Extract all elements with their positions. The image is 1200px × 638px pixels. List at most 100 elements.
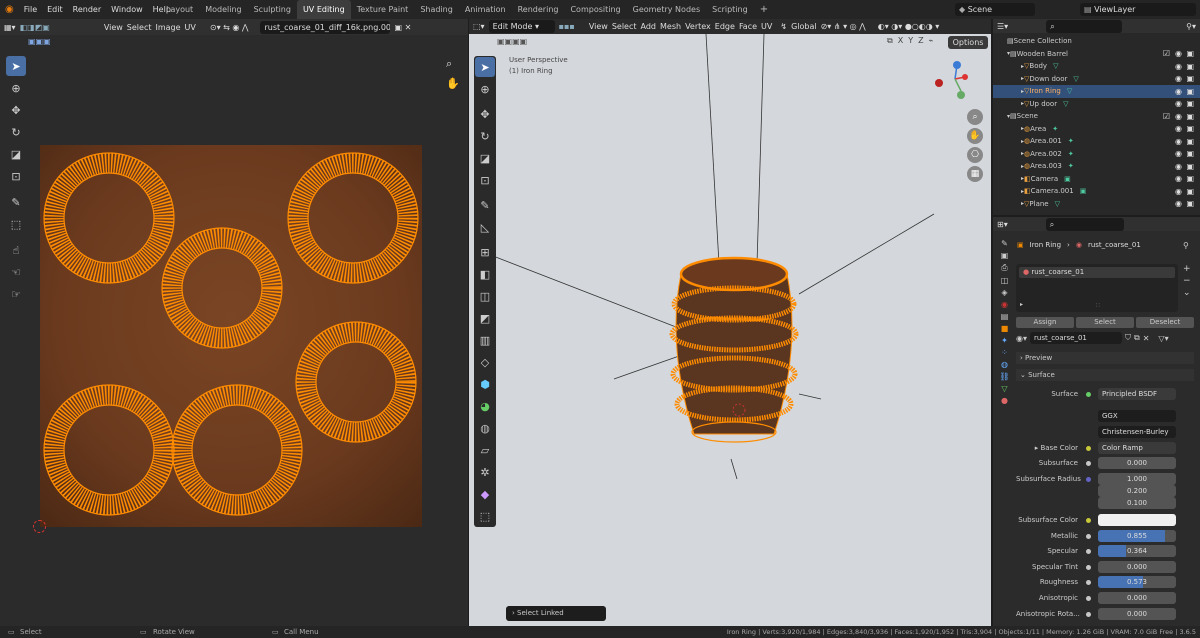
camera-view-icon[interactable]: ⎔ — [967, 147, 983, 163]
bevel-icon[interactable]: ◩ — [475, 308, 495, 328]
tab-modeling[interactable]: Modeling — [199, 0, 247, 19]
zoom-icon[interactable]: ⌕ — [446, 57, 452, 71]
transform-icon[interactable]: ⊡ — [6, 166, 26, 186]
edge-slide-icon[interactable]: ▱ — [475, 440, 495, 460]
tab-layout[interactable]: Layout — [160, 0, 199, 19]
select-mode-icons[interactable]: ▪▪▪ — [559, 22, 575, 31]
spin-icon[interactable]: ◕ — [475, 396, 495, 416]
viewport-editor-type-icon[interactable]: ⬚▾ — [473, 22, 485, 31]
vp-menu-add[interactable]: Add — [641, 22, 657, 31]
anisotropic-rotation-field[interactable]: 0.000 — [1098, 608, 1176, 620]
camera-data-icon[interactable]: ▣ — [1064, 175, 1071, 183]
image-name-field[interactable]: rust_coarse_01_diff_16k.png.001 — [260, 20, 391, 34]
vp-menu-edge[interactable]: Edge — [715, 22, 735, 31]
scene-selector[interactable]: ◆ Scene — [955, 3, 1035, 16]
mode-selector[interactable]: Edit Mode ▾ — [488, 20, 555, 33]
deselect-button[interactable]: Deselect — [1136, 317, 1194, 328]
pinch-icon[interactable]: ☜ — [6, 262, 26, 282]
pan-hand-icon[interactable]: ✋ — [446, 77, 460, 90]
grab-icon[interactable]: ⬚ — [6, 214, 26, 234]
material-browse-icon[interactable]: ◉▾ — [1016, 334, 1027, 343]
filter-icon[interactable]: ⚲▾ — [1186, 22, 1196, 31]
object-tab-icon[interactable]: ■ — [1001, 324, 1009, 333]
vp-annotate-icon[interactable]: ✎ — [475, 195, 495, 215]
rip-icon[interactable]: ⬚ — [475, 506, 495, 526]
tab-geometry-nodes[interactable]: Geometry Nodes — [627, 0, 706, 19]
surface-panel-header[interactable]: ⌄ Surface — [1016, 369, 1194, 381]
add-cube-icon[interactable]: ⊞ — [475, 242, 495, 262]
2d-cursor-icon[interactable] — [33, 520, 46, 533]
fake-user-icon[interactable]: ⛉ — [1125, 333, 1131, 343]
cursor-icon[interactable]: ⊕ — [6, 78, 26, 98]
subsurface-color-swatch[interactable] — [1098, 514, 1176, 526]
material-slot-item[interactable]: ● rust_coarse_01 — [1019, 267, 1175, 278]
uv-menu-view[interactable]: View — [104, 23, 123, 32]
vp-select-icon[interactable]: ➤ — [475, 57, 495, 77]
add-slot-icon[interactable]: + — [1183, 264, 1191, 274]
3d-viewport[interactable]: ⬚▾ Edit Mode ▾ ▪▪▪ View Select Add Mesh … — [469, 19, 991, 626]
vp-cursor-icon[interactable]: ⊕ — [475, 79, 495, 99]
duplicate-material-icon[interactable]: ⧉ — [1134, 333, 1140, 343]
barrel-mesh[interactable] — [669, 256, 799, 443]
mesh-data-icon[interactable]: ▽ — [1073, 75, 1078, 83]
vp-menu-uv[interactable]: UV — [761, 22, 772, 31]
render-camera-icon[interactable]: ▣ — [1186, 199, 1194, 208]
visibility-eye-icon[interactable]: ◉ — [1175, 74, 1182, 83]
overlay-icons[interactable]: ◐▾ ◑▾ ●○◐◑ ▾ — [878, 22, 940, 31]
select-box-icon[interactable]: ➤ — [6, 56, 26, 76]
mesh-data-icon[interactable]: ▽ — [1055, 200, 1060, 208]
inset-icon[interactable]: ◫ — [475, 286, 495, 306]
physics-tab-icon[interactable]: ◍ — [1001, 360, 1008, 369]
smooth-icon[interactable]: ◍ — [475, 418, 495, 438]
distribution-dropdown[interactable]: GGX — [1098, 410, 1176, 422]
render-camera-icon[interactable]: ▣ — [1186, 187, 1194, 196]
shrink-icon[interactable]: ✲ — [475, 462, 495, 482]
gizmo-neg-x-icon[interactable] — [935, 79, 943, 87]
outliner-item[interactable]: ▸ ▽ Plane ▽ ◉ ▣ — [993, 198, 1200, 211]
uv-grab-icon[interactable]: ☞ — [6, 284, 26, 304]
slot-resize-handle[interactable]: ∷ — [1096, 302, 1100, 309]
zoom-view-icon[interactable]: ⌕ — [967, 109, 983, 125]
tab-shading[interactable]: Shading — [414, 0, 459, 19]
render-camera-icon[interactable]: ▣ — [1186, 162, 1194, 171]
scale-icon[interactable]: ◪ — [6, 144, 26, 164]
render-camera-icon[interactable]: ▣ — [1186, 99, 1194, 108]
move-icon[interactable]: ✥ — [6, 100, 26, 120]
gizmo-x-icon[interactable] — [962, 74, 968, 80]
last-operator-panel[interactable]: › Select Linked — [506, 606, 606, 621]
render-camera-icon[interactable]: ▣ — [1186, 112, 1194, 121]
select-button[interactable]: Select — [1076, 317, 1134, 328]
tab-animation[interactable]: Animation — [459, 0, 512, 19]
subsurface-radius-z[interactable]: 0.100 — [1098, 497, 1176, 509]
perspective-toggle-icon[interactable]: ▦ — [967, 166, 983, 182]
vp-move-icon[interactable]: ✥ — [475, 104, 495, 124]
knife-icon[interactable]: ◇ — [475, 352, 495, 372]
visibility-eye-icon[interactable]: ◉ — [1175, 99, 1182, 108]
material-link-icon[interactable]: ▽▾ — [1158, 334, 1168, 343]
visibility-eye-icon[interactable]: ◉ — [1175, 162, 1182, 171]
render-camera-icon[interactable]: ▣ — [1186, 49, 1194, 58]
uv-menu-select[interactable]: Select — [127, 23, 152, 32]
render-camera-icon[interactable]: ▣ — [1186, 174, 1194, 183]
orientation-icon[interactable]: ↯ — [780, 22, 787, 31]
visibility-eye-icon[interactable]: ◉ — [1175, 174, 1182, 183]
visibility-eye-icon[interactable]: ◉ — [1175, 124, 1182, 133]
outliner-root[interactable]: ▤ Scene Collection — [993, 35, 1200, 48]
light-data-icon[interactable]: ✦ — [1052, 125, 1058, 133]
mesh-data-icon[interactable]: ▽ — [1053, 62, 1058, 70]
anisotropic-field[interactable]: 0.000 — [1098, 592, 1176, 604]
constraint-tab-icon[interactable]: ⛓ — [999, 372, 1009, 381]
exclude-checkbox-icon[interactable]: ☑ — [1163, 49, 1170, 58]
vp-scale-icon[interactable]: ◪ — [475, 148, 495, 168]
view-layer-tab-icon[interactable]: ◫ — [1001, 276, 1009, 285]
subsurface-method-dropdown[interactable]: Christensen-Burley — [1098, 426, 1176, 438]
menu-file[interactable]: File — [19, 5, 42, 14]
tab-compositing[interactable]: Compositing — [564, 0, 626, 19]
uv-menu-image[interactable]: Image — [155, 23, 180, 32]
roughness-slider[interactable]: 0.573 — [1098, 576, 1176, 588]
vp-rotate-icon[interactable]: ↻ — [475, 126, 495, 146]
surface-shader-field[interactable]: Principled BSDF — [1098, 388, 1176, 400]
tab-scripting[interactable]: Scripting — [706, 0, 754, 19]
tool-tab-icon[interactable]: ✎ — [1001, 239, 1008, 248]
vp-menu-view[interactable]: View — [589, 22, 608, 31]
